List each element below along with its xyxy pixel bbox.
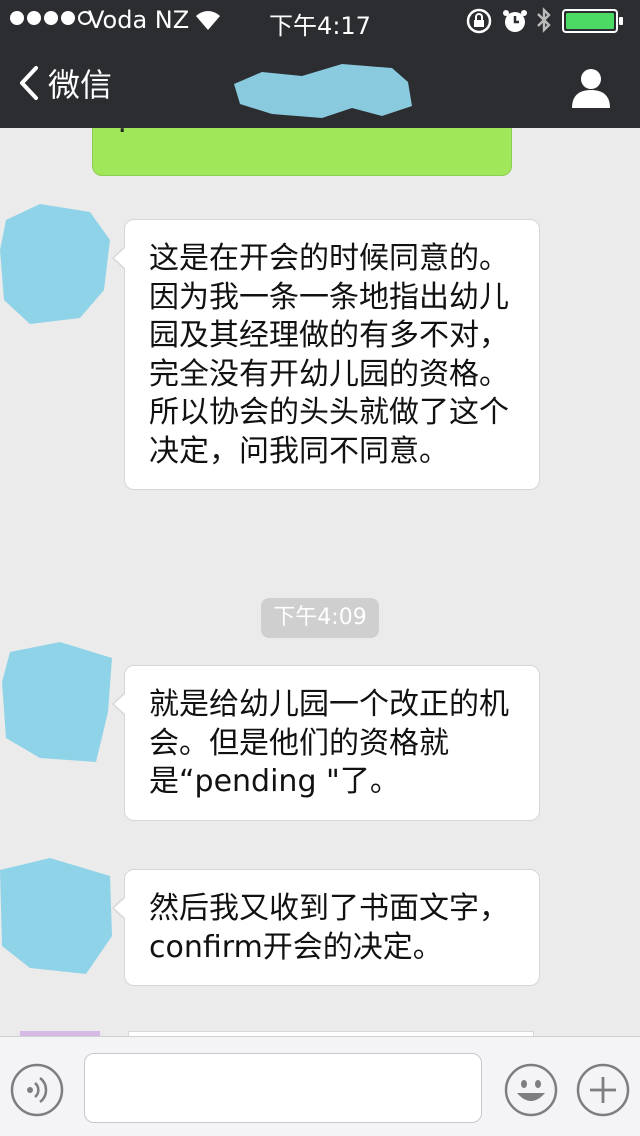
- bluetooth-icon: [537, 7, 551, 33]
- avatar-redacted[interactable]: [0, 200, 116, 324]
- battery-icon: [562, 9, 623, 33]
- timestamp-divider: 下午4:09: [261, 598, 379, 638]
- message-text: 就是给幼儿园一个改正的机会。但是他们的资格就是“pending "了。: [149, 687, 509, 799]
- top-bar: Voda NZ 下午4:17 微信: [0, 0, 640, 128]
- chat-title-redaction: [234, 64, 412, 118]
- emoji-icon[interactable]: [504, 1063, 558, 1117]
- incoming-message[interactable]: 然后我又收到了书面文字，confirm开会的决定。: [112, 869, 540, 986]
- chat-area[interactable]: ? 这是在开会的时候同意的。因为我一条一条地指出幼儿园及其经理做的有多不对，完全…: [0, 128, 640, 1036]
- rotation-lock-icon: [466, 8, 492, 34]
- back-chevron-icon: [20, 66, 38, 100]
- message-text: 然后我又收到了书面文字，confirm开会的决定。: [149, 891, 509, 965]
- avatar-redacted[interactable]: [0, 856, 116, 980]
- voice-icon[interactable]: [10, 1063, 64, 1117]
- back-label: 微信: [48, 66, 113, 104]
- avatar-redacted[interactable]: [0, 642, 116, 766]
- profile-icon[interactable]: [568, 64, 614, 110]
- status-bar: Voda NZ 下午4:17: [0, 0, 640, 40]
- alarm-icon: [503, 10, 527, 32]
- message-text: ?: [115, 128, 131, 140]
- incoming-message[interactable]: 就是给幼儿园一个改正的机会。但是他们的资格就是“pending "了。: [112, 665, 540, 821]
- nav-bar: 微信: [0, 40, 640, 128]
- plus-icon[interactable]: [576, 1063, 630, 1117]
- message-input[interactable]: [84, 1053, 482, 1123]
- incoming-message[interactable]: 这是在开会的时候同意的。因为我一条一条地指出幼儿园及其经理做的有多不对，完全没有…: [112, 219, 540, 490]
- outgoing-message[interactable]: ?: [92, 128, 512, 176]
- message-text: 这是在开会的时候同意的。因为我一条一条地指出幼儿园及其经理做的有多不对，完全没有…: [149, 241, 509, 469]
- back-button[interactable]: 微信: [14, 60, 112, 106]
- input-bar: [0, 1036, 640, 1136]
